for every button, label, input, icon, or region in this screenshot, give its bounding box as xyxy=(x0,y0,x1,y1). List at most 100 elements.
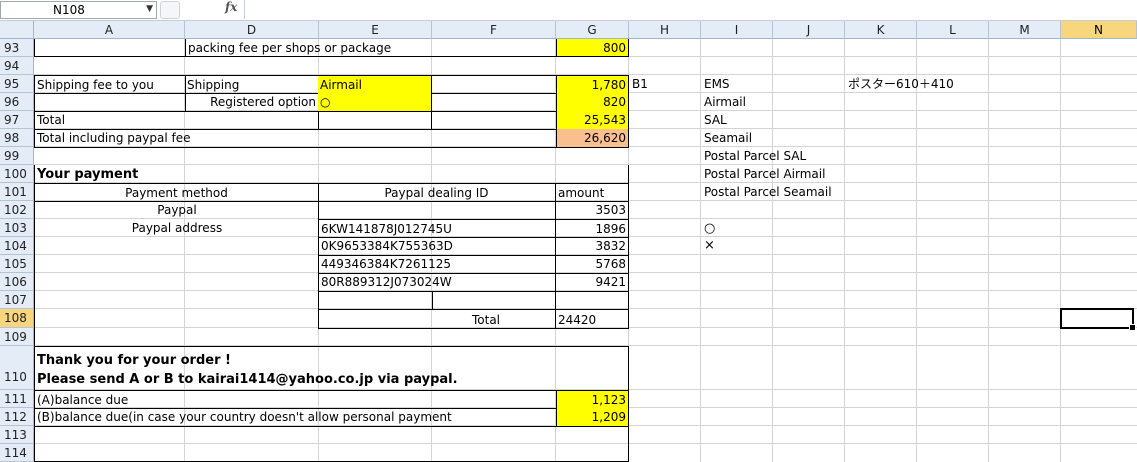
formula-bar: N108 ▼ fx xyxy=(0,0,1137,21)
cell-a103[interactable]: Paypal address xyxy=(34,219,319,237)
column-header-i[interactable]: I xyxy=(701,21,773,39)
cell-a107[interactable] xyxy=(34,291,319,309)
column-header-m[interactable]: M xyxy=(989,21,1061,39)
row-header-110[interactable]: 110 xyxy=(0,346,34,390)
row-header-102[interactable]: 102 xyxy=(0,201,34,219)
cell-d96[interactable]: Registered option xyxy=(185,93,319,112)
cell-f96[interactable] xyxy=(432,93,556,112)
insert-function-icon[interactable]: fx xyxy=(225,0,237,14)
cell-f108[interactable]: Total xyxy=(318,309,556,329)
row-header-101[interactable]: 101 xyxy=(0,183,34,201)
cell-g97[interactable]: 25,543 xyxy=(556,111,629,130)
cell-g111[interactable]: 1,123 xyxy=(556,390,629,409)
column-header-l[interactable]: L xyxy=(917,21,989,39)
cell-f97[interactable] xyxy=(432,111,556,130)
cell-g96[interactable]: 820 xyxy=(556,93,629,112)
row-header-107[interactable]: 107 xyxy=(0,291,34,309)
cell-d97[interactable] xyxy=(185,111,319,130)
row-header-105[interactable]: 105 xyxy=(0,255,34,273)
row-header-95[interactable]: 95 xyxy=(0,75,34,93)
cell-e96[interactable]: ○ xyxy=(318,93,432,112)
row-header-94[interactable]: 94 xyxy=(0,57,34,75)
row-header-97[interactable]: 97 xyxy=(0,111,34,129)
row-header-106[interactable]: 106 xyxy=(0,273,34,291)
row-header-93[interactable]: 93 xyxy=(0,39,34,57)
cell-e107[interactable] xyxy=(318,291,433,310)
cell-g106[interactable]: 9421 xyxy=(556,273,629,292)
cell-e97[interactable] xyxy=(318,111,432,130)
cell-g105[interactable]: 5768 xyxy=(556,255,629,274)
row-header-99[interactable]: 99 xyxy=(0,147,34,165)
cell-a101[interactable]: Payment method xyxy=(34,183,319,202)
cell-a113[interactable] xyxy=(34,426,629,444)
column-header-e[interactable]: E xyxy=(319,21,432,39)
cell-g112[interactable]: 1,209 xyxy=(556,408,629,427)
cell-a109[interactable] xyxy=(34,328,629,346)
cell-a106[interactable] xyxy=(34,273,319,291)
row-header-104[interactable]: 104 xyxy=(0,237,34,255)
cell-a98[interactable]: Total including paypal fee xyxy=(34,129,319,148)
name-box[interactable]: N108 ▼ xyxy=(0,1,157,19)
cell-f95[interactable] xyxy=(432,75,556,94)
cell-e106[interactable]: 80R889312J073024W xyxy=(318,273,556,292)
cell-g108[interactable]: 24420 xyxy=(556,309,629,329)
row-header-111[interactable]: 111 xyxy=(0,390,34,408)
row-header-98[interactable]: 98 xyxy=(0,129,34,147)
cell-d93[interactable]: packing fee per shops or package xyxy=(185,39,556,57)
cell-g104[interactable]: 3832 xyxy=(556,237,629,256)
cell-a114[interactable] xyxy=(34,444,629,462)
cell-e98[interactable] xyxy=(318,129,556,148)
cell-g103[interactable]: 1896 xyxy=(556,219,629,238)
row-header-109[interactable]: 109 xyxy=(0,328,34,346)
cell-e95[interactable]: Airmail xyxy=(318,75,432,94)
cell-d95[interactable]: Shipping xyxy=(185,75,319,94)
cell-a100[interactable]: Your payment xyxy=(34,165,234,183)
cell-e104[interactable]: 0K9653384K755363D xyxy=(318,237,556,256)
row-header-96[interactable]: 96 xyxy=(0,93,34,111)
column-header-j[interactable]: J xyxy=(773,21,845,39)
column-header-h[interactable]: H xyxy=(629,21,701,39)
cell-a104[interactable] xyxy=(34,237,319,255)
thank-you-line: Thank you for your order ! xyxy=(37,353,231,368)
cell-a95[interactable]: Shipping fee to you xyxy=(34,75,186,94)
cell-e105[interactable]: 449346384K7261125 xyxy=(318,255,556,274)
column-header-f[interactable]: F xyxy=(432,21,556,39)
row-header-114[interactable]: 114 xyxy=(0,444,34,462)
formula-input[interactable] xyxy=(244,0,1137,19)
row-header-103[interactable]: 103 xyxy=(0,219,34,237)
row-header-113[interactable]: 113 xyxy=(0,426,34,444)
cell-a96[interactable] xyxy=(34,93,186,112)
cell-g102[interactable]: 3503 xyxy=(556,201,629,219)
chevron-down-icon[interactable]: ▼ xyxy=(146,4,153,14)
select-all-corner[interactable] xyxy=(0,21,34,39)
cell-e102[interactable] xyxy=(318,201,556,219)
cell-a112[interactable]: (B)balance due(in case your country does… xyxy=(34,408,557,427)
cell-i99: Postal Parcel SAL xyxy=(704,149,807,163)
column-header-n[interactable]: N xyxy=(1061,21,1137,39)
cell-f107[interactable] xyxy=(432,291,556,310)
cell-g100[interactable] xyxy=(556,165,629,183)
row-header-108[interactable]: 108 xyxy=(0,309,34,328)
cell-a93[interactable] xyxy=(34,39,185,57)
row-header-112[interactable]: 112 xyxy=(0,408,34,426)
column-header-g[interactable]: G xyxy=(556,21,629,39)
row-header-100[interactable]: 100 xyxy=(0,165,34,183)
column-header-d[interactable]: D xyxy=(185,21,319,39)
column-header-a[interactable]: A xyxy=(34,21,185,39)
cell-a111[interactable]: (A)balance due xyxy=(34,390,557,409)
cell-g107[interactable] xyxy=(556,291,629,310)
column-header-k[interactable]: K xyxy=(845,21,917,39)
cell-g95[interactable]: 1,780 xyxy=(556,75,629,94)
formula-bar-toggle-button[interactable] xyxy=(160,1,180,19)
cell-e101[interactable]: Paypal dealing ID xyxy=(318,183,556,202)
cell-g98[interactable]: 26,620 xyxy=(556,129,629,148)
cell-e103[interactable]: 6KW141878J012745U xyxy=(318,219,556,238)
cell-a97[interactable]: Total xyxy=(34,111,186,130)
cell-g101[interactable]: amount xyxy=(556,183,629,202)
cell-a110[interactable]: Thank you for your order ! Please send A… xyxy=(34,346,629,391)
selected-cell-n108[interactable] xyxy=(1060,308,1136,331)
cell-g93[interactable]: 800 xyxy=(556,39,629,57)
cell-a102[interactable]: Paypal xyxy=(34,201,319,219)
cell-a105[interactable] xyxy=(34,255,319,273)
cell-a108[interactable] xyxy=(34,309,319,328)
